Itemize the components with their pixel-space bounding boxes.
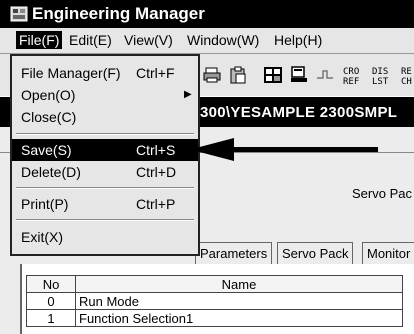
- menu-help[interactable]: Help(H): [271, 31, 325, 49]
- menu-item-shortcut: Ctrl+S: [136, 142, 176, 158]
- menu-file[interactable]: File(F): [16, 31, 63, 49]
- menu-item-open[interactable]: Open(O) ▶: [12, 84, 198, 106]
- menu-edit[interactable]: Edit(E): [66, 31, 115, 49]
- tab-parameters[interactable]: Parameters: [195, 242, 273, 265]
- menu-item-delete[interactable]: Delete(D) Ctrl+D: [12, 161, 198, 183]
- print-icon[interactable]: [202, 66, 222, 84]
- menu-window[interactable]: Window(W): [184, 31, 262, 49]
- annotation-arrow-icon: [190, 138, 378, 161]
- menu-item-label: Close(C): [21, 109, 77, 125]
- menu-item-file-manager[interactable]: File Manager(F) Ctrl+F: [12, 62, 198, 84]
- column-header-no[interactable]: No: [26, 275, 76, 293]
- menu-item-exit[interactable]: Exit(X): [12, 226, 198, 248]
- menu-item-label: Print(P): [21, 196, 69, 212]
- row-no: 1: [26, 309, 76, 327]
- menu-item-shortcut: Ctrl+P: [136, 196, 176, 212]
- grid-icon[interactable]: [263, 66, 283, 84]
- toolbar-re-label[interactable]: RE: [401, 68, 412, 77]
- menu-separator: [16, 219, 194, 221]
- trace-icon[interactable]: [315, 66, 335, 84]
- menu-item-label: File Manager(F): [21, 65, 121, 81]
- menu-view[interactable]: View(V): [121, 31, 176, 49]
- toolbar-cro-label[interactable]: CRO: [343, 68, 359, 77]
- toolbar-dis-label[interactable]: DIS: [372, 68, 388, 77]
- menu-separator: [16, 133, 194, 135]
- column-header-name[interactable]: Name: [75, 275, 403, 293]
- submenu-arrow-icon: ▶: [184, 89, 192, 100]
- menu-item-label: Save(S): [21, 142, 72, 158]
- file-menu-dropdown: File Manager(F) Ctrl+F Open(O) ▶ Close(C…: [10, 54, 200, 256]
- toolbar-lst-label[interactable]: LST: [372, 78, 388, 87]
- row-no: 0: [26, 292, 76, 310]
- parameter-table: No Name 0 Run Mode 1 Function Selection1: [26, 275, 403, 327]
- monitor-icon[interactable]: [289, 66, 309, 84]
- menu-item-label: Delete(D): [21, 164, 81, 180]
- table-row[interactable]: 1 Function Selection1: [26, 309, 403, 327]
- servo-pack-label: Servo Pac: [352, 186, 412, 201]
- menu-item-shortcut: Ctrl+F: [136, 65, 175, 81]
- row-name: Function Selection1: [75, 309, 403, 327]
- tab-monitor[interactable]: Monitor: [362, 242, 414, 265]
- table-row[interactable]: 0 Run Mode: [26, 292, 403, 310]
- window-title: Engineering Manager: [32, 4, 205, 23]
- project-path: 300\YESAMPLE 2300SMPL: [200, 104, 398, 121]
- menu-item-print[interactable]: Print(P) Ctrl+P: [12, 193, 198, 215]
- menu-item-save[interactable]: Save(S) Ctrl+S: [12, 139, 198, 161]
- menu-item-label: Open(O): [21, 87, 76, 103]
- toolbar-ref-label[interactable]: REF: [343, 78, 359, 87]
- clipboard-icon[interactable]: [228, 66, 248, 84]
- row-name: Run Mode: [75, 292, 403, 310]
- tab-servo-pack[interactable]: Servo Pack: [277, 242, 354, 265]
- app-icon: [10, 6, 28, 22]
- toolbar-ch-label[interactable]: CH: [401, 78, 412, 87]
- menu-item-shortcut: Ctrl+D: [136, 164, 177, 180]
- menu-item-label: Exit(X): [21, 229, 63, 245]
- menu-item-close[interactable]: Close(C): [12, 106, 198, 128]
- menu-separator: [16, 187, 194, 189]
- menu-bar: File(F) Edit(E) View(V) Window(W) Help(H…: [0, 28, 414, 54]
